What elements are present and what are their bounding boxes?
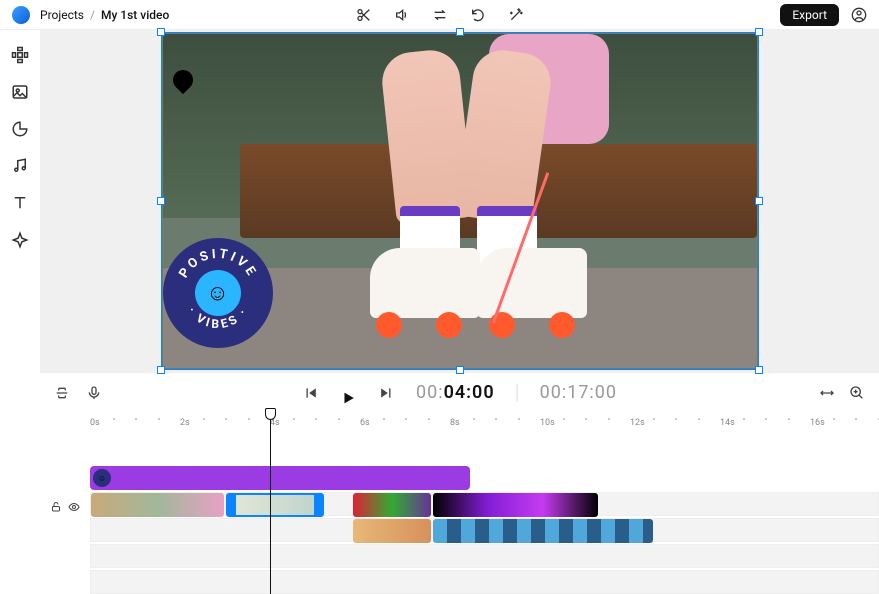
resize-handle-mid-left[interactable] bbox=[157, 197, 165, 205]
canvas-area[interactable]: ☺ POSITIVE · VIBES · bbox=[40, 30, 879, 372]
video-clip-5[interactable] bbox=[353, 519, 431, 543]
track-empty-1[interactable] bbox=[90, 544, 879, 568]
resize-handle-mid-right[interactable] bbox=[755, 197, 763, 205]
track-video-1[interactable] bbox=[90, 492, 879, 516]
shape-tool-icon[interactable] bbox=[11, 120, 29, 138]
resize-handle-top-right[interactable] bbox=[755, 28, 763, 36]
ruler-label: 16s bbox=[810, 418, 825, 428]
breadcrumb-separator: / bbox=[90, 8, 95, 22]
selected-video-frame[interactable]: ☺ POSITIVE · VIBES · bbox=[161, 32, 759, 370]
audio-clip[interactable]: ☺ bbox=[90, 466, 470, 490]
skip-back-icon[interactable] bbox=[302, 385, 318, 401]
track-empty-2[interactable] bbox=[90, 570, 879, 594]
total-time: 00:17:00 bbox=[540, 382, 617, 403]
fit-width-icon[interactable] bbox=[819, 385, 835, 401]
breadcrumb: Projects / My 1st video bbox=[40, 8, 169, 22]
breadcrumb-title[interactable]: My 1st video bbox=[101, 8, 169, 22]
ruler-label: 14s bbox=[720, 418, 735, 428]
ruler-label: 6s bbox=[360, 418, 370, 428]
video-preview: ☺ POSITIVE · VIBES · bbox=[163, 34, 757, 368]
app-logo[interactable] bbox=[12, 6, 30, 24]
playhead-knob[interactable] bbox=[265, 408, 276, 420]
video-clip-3[interactable] bbox=[353, 493, 431, 517]
eye-icon[interactable] bbox=[68, 501, 80, 513]
export-button[interactable]: Export bbox=[780, 4, 839, 26]
lock-icon[interactable] bbox=[50, 501, 62, 513]
breadcrumb-root[interactable]: Projects bbox=[40, 8, 84, 22]
templates-tool-icon[interactable] bbox=[11, 46, 29, 64]
track-video-2[interactable] bbox=[90, 518, 879, 542]
video-clip-6[interactable] bbox=[433, 519, 653, 543]
ruler-label: 8s bbox=[450, 418, 460, 428]
play-button[interactable] bbox=[340, 385, 356, 401]
effects-tool-icon[interactable] bbox=[11, 231, 29, 249]
audio-tool-icon[interactable] bbox=[11, 157, 29, 175]
volume-icon[interactable] bbox=[394, 7, 410, 23]
resize-handle-bottom-left[interactable] bbox=[157, 366, 165, 374]
media-tool-icon[interactable] bbox=[11, 83, 29, 101]
text-tool-icon[interactable] bbox=[11, 194, 29, 212]
track-audio[interactable]: ☺ bbox=[90, 466, 879, 490]
zoom-in-icon[interactable] bbox=[849, 385, 865, 401]
time-divider bbox=[517, 384, 518, 402]
skip-forward-icon[interactable] bbox=[378, 385, 394, 401]
resize-handle-bottom-mid[interactable] bbox=[456, 366, 464, 374]
cut-icon[interactable] bbox=[356, 7, 372, 23]
ruler-label: 0s bbox=[90, 418, 100, 428]
ruler-label: 12s bbox=[630, 418, 645, 428]
magic-wand-icon[interactable] bbox=[508, 7, 524, 23]
video-clip-4[interactable] bbox=[433, 493, 598, 517]
rotate-icon[interactable] bbox=[470, 7, 486, 23]
swap-icon[interactable] bbox=[432, 7, 448, 23]
timeline-ruler[interactable]: 0s2s4s6s8s10s12s14s16s bbox=[90, 412, 879, 438]
video-clip-2-selected[interactable] bbox=[226, 493, 324, 517]
ruler-label: 10s bbox=[540, 418, 555, 428]
user-avatar-icon[interactable] bbox=[851, 7, 867, 23]
positive-vibes-sticker[interactable]: ☺ POSITIVE · VIBES · bbox=[163, 238, 273, 348]
align-icon[interactable] bbox=[54, 385, 70, 401]
resize-handle-top-mid[interactable] bbox=[456, 28, 464, 36]
resize-handle-bottom-right[interactable] bbox=[755, 366, 763, 374]
current-time: 00:04:00 bbox=[416, 382, 495, 403]
playhead[interactable] bbox=[270, 412, 271, 594]
microphone-icon[interactable] bbox=[86, 385, 102, 401]
video-clip-1[interactable] bbox=[91, 493, 224, 517]
ruler-label: 2s bbox=[180, 418, 190, 428]
resize-handle-top-left[interactable] bbox=[157, 28, 165, 36]
